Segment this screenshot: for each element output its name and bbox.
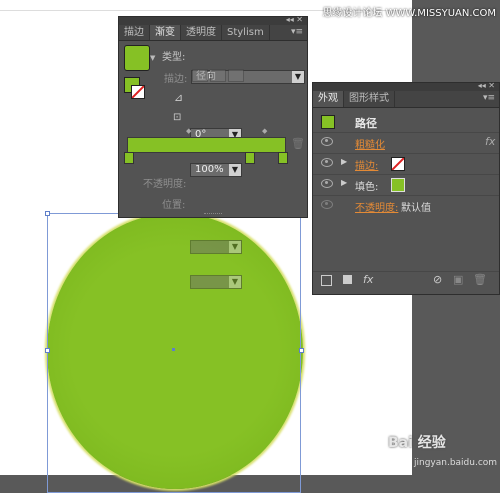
effect-link[interactable]: 粗糙化 — [355, 136, 385, 151]
aspect-ratio-field[interactable]: 100% ▼ — [190, 163, 242, 177]
panel-tabs: 外观 图形样式 ▾≡ — [313, 91, 499, 108]
watermark-top: 思缘设计论坛 WWW.MISSYUAN.COM — [322, 8, 496, 19]
panel-titlebar[interactable]: ◂◂ ✕ — [119, 15, 307, 25]
visibility-eye-icon[interactable] — [321, 137, 333, 146]
object-title: 路径 — [355, 117, 377, 130]
expand-triangle-icon[interactable]: ▶ — [341, 157, 347, 166]
handle-top-left[interactable] — [45, 211, 50, 216]
panel-tabs: 描边 渐变 透明度 Stylism ▾≡ — [119, 25, 307, 41]
selection-bounding-box — [47, 213, 301, 493]
stroke-within-icon[interactable] — [192, 69, 208, 82]
dropdown-arrow-icon: ▼ — [292, 71, 304, 83]
tab-gradient[interactable]: 渐变 — [150, 25, 181, 40]
color-stop[interactable] — [124, 152, 134, 164]
fx-icon[interactable]: fx — [485, 135, 495, 148]
trash-icon[interactable]: 🗑 — [473, 273, 487, 286]
resize-grip[interactable] — [204, 213, 222, 217]
gradient-preview-swatch[interactable] — [124, 45, 150, 71]
type-label: 类型: — [162, 52, 186, 63]
handle-middle-right[interactable] — [299, 348, 304, 353]
tab-appearance[interactable]: 外观 — [313, 91, 344, 107]
color-stop[interactable] — [278, 152, 288, 164]
panel-footer: fx ⊘ ▣ 🗑 — [313, 271, 499, 292]
expand-triangle-icon[interactable]: ▶ — [341, 178, 347, 187]
stroke-across-icon[interactable] — [228, 69, 244, 82]
stroke-along-icon[interactable] — [210, 69, 226, 82]
stroke-link[interactable]: 描边: — [355, 157, 378, 172]
watermark-url: jingyan.baidu.com — [414, 458, 498, 468]
add-effect-fx-icon[interactable]: fx — [363, 273, 373, 286]
fill-label: 填色: — [355, 182, 379, 193]
fill-swatch[interactable] — [391, 178, 405, 192]
dropdown-arrow-icon: ▼ — [229, 164, 241, 176]
appearance-panel: ◂◂ ✕ 外观 图形样式 ▾≡ 路径 粗糙化 fx ▶ 描边: ▶ 填色: 不透… — [312, 81, 500, 295]
aspect-ratio-icon: ⊡ — [173, 112, 182, 123]
opacity-field[interactable]: ▼ — [190, 240, 242, 254]
effect-row-roughen[interactable]: 粗糙化 fx — [313, 132, 499, 153]
duplicate-item-icon[interactable]: ▣ — [453, 273, 463, 286]
position-label: 位置: — [162, 200, 186, 211]
midpoint-diamond-icon[interactable]: ◆ — [186, 127, 191, 135]
dropdown-arrow-icon: ▼ — [229, 241, 241, 253]
dropdown-arrow-icon: ▼ — [229, 276, 241, 288]
collapse-icon[interactable]: ◂◂ ✕ — [286, 15, 303, 24]
position-field[interactable]: ▼ — [190, 275, 242, 289]
none-slash-icon — [132, 86, 144, 98]
visibility-eye-icon[interactable] — [321, 179, 333, 188]
stroke-row[interactable]: ▶ 描边: — [313, 153, 499, 174]
stroke-gradient-buttons — [192, 69, 246, 82]
tab-graphic-styles[interactable]: 图形样式 — [344, 91, 395, 107]
stroke-none-swatch-icon[interactable] — [131, 85, 145, 99]
tab-stroke[interactable]: 描边 — [119, 25, 150, 40]
path-thumbnail — [321, 115, 335, 129]
panel-menu-icon[interactable]: ▾≡ — [483, 91, 495, 106]
opacity-row[interactable]: 不透明度: 默认值 — [313, 195, 499, 216]
trash-icon[interactable]: 🗑 — [291, 137, 305, 150]
none-slash-icon — [392, 158, 404, 170]
aspect-ratio-value: 100% — [195, 164, 224, 175]
collapse-icon[interactable]: ◂◂ ✕ — [478, 81, 495, 90]
handle-middle-left[interactable] — [45, 348, 50, 353]
add-new-fill-icon[interactable] — [343, 275, 352, 284]
gradient-panel: ◂◂ ✕ 描边 渐变 透明度 Stylism ▾≡ ▼ 类型: 径向 ▼ 描边:… — [118, 15, 308, 289]
clear-appearance-icon[interactable]: ⊘ — [433, 273, 442, 286]
midpoint-diamond-icon[interactable]: ◆ — [262, 127, 267, 135]
stroke-none-swatch-icon[interactable] — [391, 157, 405, 171]
opacity-value: 默认值 — [401, 203, 431, 214]
panel-titlebar[interactable]: ◂◂ ✕ — [313, 81, 499, 91]
visibility-eye-icon[interactable] — [321, 158, 333, 167]
add-new-stroke-icon[interactable] — [321, 275, 332, 286]
center-point — [172, 348, 175, 351]
tab-stylism[interactable]: Stylism — [222, 25, 270, 40]
panel-menu-icon[interactable]: ▾≡ — [291, 25, 303, 40]
visibility-eye-icon[interactable] — [321, 200, 333, 209]
gradient-ramp[interactable] — [127, 137, 286, 153]
opacity-link[interactable]: 不透明度: — [355, 199, 398, 214]
watermark-bottom: Bai 经验 — [388, 435, 446, 451]
angle-icon: ⊿ — [174, 91, 184, 104]
opacity-label: 不透明度: — [143, 179, 187, 190]
tab-transparency[interactable]: 透明度 — [181, 25, 222, 40]
color-stop[interactable] — [245, 152, 255, 164]
chevron-down-icon[interactable]: ▼ — [150, 54, 155, 62]
stroke-label: 描边: — [164, 74, 188, 85]
fill-row[interactable]: ▶ 填色: — [313, 174, 499, 195]
